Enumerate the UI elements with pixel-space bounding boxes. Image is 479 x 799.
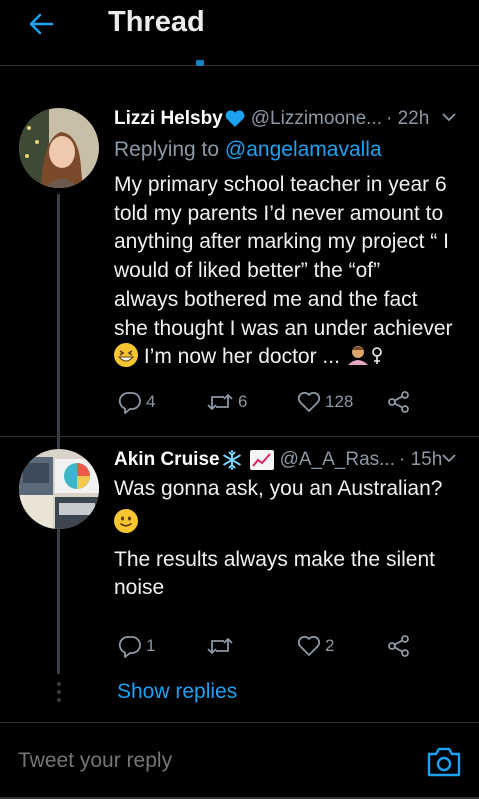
text-line: I’m now her doctor ... — [143, 345, 340, 369]
display-name[interactable]: Lizzi Helsby — [114, 108, 223, 130]
text-line: anything after marking my project “ I — [114, 230, 449, 254]
share-button[interactable] — [386, 631, 412, 661]
replying-prefix: Replying to — [114, 138, 220, 161]
tweet-lizzi[interactable]: Lizzi Helsby @Lizzimoone... · 22h Replyi… — [0, 66, 479, 436]
chevron-down-icon[interactable] — [440, 108, 458, 126]
text-line: she thought I was an under achiever — [114, 316, 453, 340]
text-line: My primary school teacher in year 6 — [114, 173, 447, 196]
show-replies-link[interactable]: Show replies — [117, 680, 237, 704]
reply-count: 4 — [146, 392, 156, 411]
woman-shrugging-icon — [347, 346, 382, 366]
chevron-down-icon[interactable] — [440, 449, 458, 467]
reply-input[interactable] — [18, 749, 398, 773]
mention-link[interactable]: @angelamavalla — [225, 138, 382, 161]
heart-icon — [297, 391, 321, 412]
chart-increasing-icon — [249, 450, 274, 470]
text-line: The results always make the silent — [114, 547, 435, 571]
avatar[interactable] — [19, 449, 99, 529]
tweet-header: Akin Cruise @A_A_Ras... · 15h — [114, 447, 464, 473]
reply-icon — [118, 392, 141, 414]
text-line: told my parents I’d never amount to — [114, 201, 444, 225]
smiling-face-icon — [114, 508, 138, 533]
like-count: 128 — [325, 392, 354, 411]
tweet-akin[interactable]: Akin Cruise @A_A_Ras... · 15h Was gonna … — [0, 437, 479, 722]
camera-button[interactable] — [425, 745, 463, 779]
share-icon — [388, 391, 409, 413]
share-button[interactable] — [386, 387, 412, 417]
user-handle[interactable]: @A_A_Ras... — [280, 449, 395, 471]
retweet-count: 6 — [238, 392, 248, 411]
tweet-text: My primary school teacher in year 6 told… — [114, 171, 469, 372]
like-button[interactable]: 128 — [296, 387, 353, 417]
back-button[interactable] — [24, 8, 58, 40]
share-icon — [388, 635, 409, 657]
avatar[interactable] — [19, 108, 99, 188]
retweet-icon — [207, 638, 233, 654]
more-dots-icon — [57, 682, 61, 702]
timestamp[interactable]: · 15h — [399, 449, 442, 471]
thread-line — [57, 529, 60, 674]
heart-icon — [297, 635, 321, 656]
replying-to: Replying to @angelamavalla — [114, 138, 382, 162]
retweet-icon — [207, 394, 233, 410]
camera-icon — [427, 747, 461, 777]
reply-count: 1 — [146, 636, 156, 655]
reply-composer — [0, 722, 479, 799]
like-button[interactable]: 2 — [296, 631, 334, 661]
tweet-actions: 1 2 — [114, 631, 434, 661]
thread-line — [57, 194, 60, 436]
thread-line — [57, 437, 60, 449]
display-name[interactable]: Akin Cruise — [114, 449, 220, 471]
timestamp[interactable]: · 22h — [386, 108, 429, 130]
like-count: 2 — [325, 636, 335, 655]
grinning-squint-face-icon — [114, 343, 138, 368]
text-line: noise — [114, 576, 165, 600]
arrow-left-icon — [29, 13, 54, 35]
top-bar: Thread — [0, 0, 479, 66]
page-title: Thread — [108, 6, 205, 38]
reply-button[interactable]: 4 — [117, 387, 155, 417]
tweet-text: Was gonna ask, you an Australian? The re… — [114, 475, 469, 603]
tweet-actions: 4 6 128 — [114, 387, 434, 417]
emoji-line — [114, 504, 469, 546]
reply-icon — [118, 636, 141, 658]
text-line: Was gonna ask, you an Australian? — [114, 477, 443, 500]
snowflake-icon — [222, 450, 241, 470]
text-line: would of liked better” the “of” — [114, 259, 381, 283]
retweet-button[interactable]: 6 — [205, 387, 247, 417]
text-line-with-emoji: I’m now her doctor ... — [114, 343, 469, 372]
retweet-button[interactable] — [205, 631, 238, 661]
blue-heart-icon — [225, 110, 245, 127]
tweet-header: Lizzi Helsby @Lizzimoone... · 22h — [114, 106, 464, 132]
user-handle[interactable]: @Lizzimoone... — [251, 108, 382, 130]
text-line: always bothered me and the fact — [114, 287, 418, 311]
reply-button[interactable]: 1 — [117, 631, 155, 661]
